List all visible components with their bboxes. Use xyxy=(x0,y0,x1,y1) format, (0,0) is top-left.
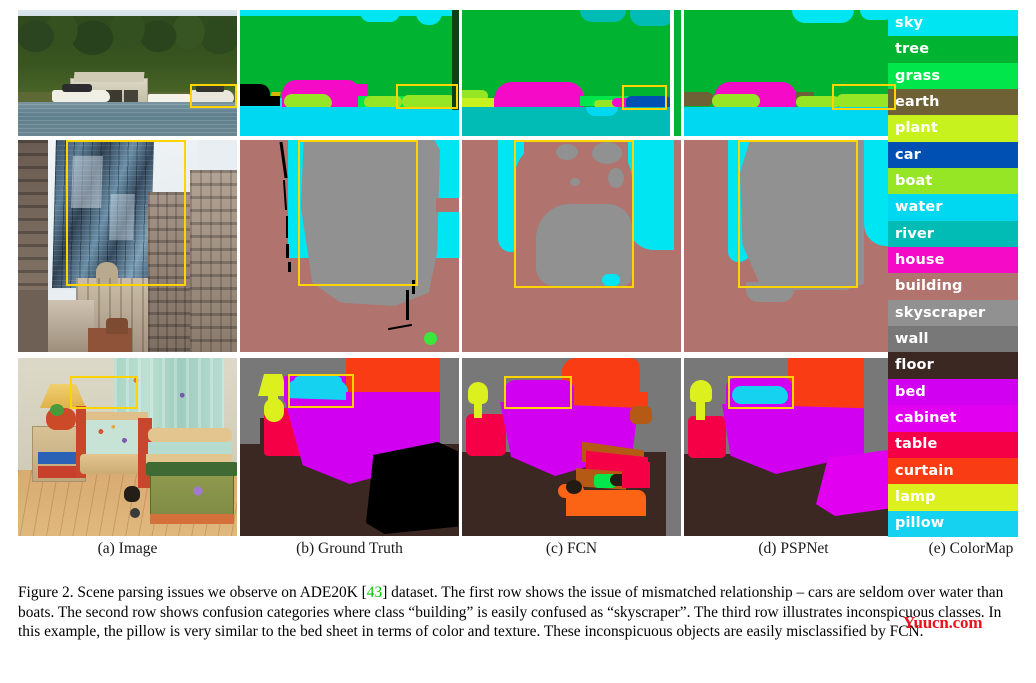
row1-pspnet xyxy=(684,10,903,136)
figure-grid xyxy=(18,10,1018,537)
row2-fcn xyxy=(462,140,681,352)
colormap-swatch-bed: bed xyxy=(888,378,1018,406)
colormap-swatch-building: building xyxy=(888,273,1018,300)
row1-ground-truth xyxy=(240,10,459,136)
segmap-row1-pspnet xyxy=(684,10,903,136)
colormap-label-curtain: curtain xyxy=(895,462,954,479)
row3-pspnet xyxy=(684,358,903,536)
colormap-swatch-tree: tree xyxy=(888,36,1018,63)
colormap-label-floor: floor xyxy=(895,357,934,374)
highlight-box-row2-gt xyxy=(298,140,418,286)
colormap-label-river: river xyxy=(895,225,935,242)
highlight-box-row2-pspnet xyxy=(738,140,858,288)
segmap-row1-gt xyxy=(240,10,459,136)
colormap-swatch-car: car xyxy=(888,141,1018,169)
colormap-label-earth: earth xyxy=(895,93,940,110)
column-caption-fcn: (c) FCN xyxy=(545,540,598,557)
colormap-label-cabinet: cabinet xyxy=(895,410,957,427)
colormap-label-car: car xyxy=(895,146,921,163)
figure-row-skyscraper xyxy=(18,140,903,352)
colormap-swatch-river: river xyxy=(888,220,1018,248)
colormap-swatch-boat: boat xyxy=(888,168,1018,195)
colormap-swatch-water: water xyxy=(888,194,1018,221)
colormap-swatch-earth: earth xyxy=(888,89,1018,116)
colormap-label-building: building xyxy=(895,278,963,295)
colormap-label-boat: boat xyxy=(895,172,933,189)
colormap-label-grass: grass xyxy=(895,67,941,84)
column-captions: (a) Image (b) Ground Truth (c) FCN (d) P… xyxy=(18,540,1018,564)
colormap-label-tree: tree xyxy=(895,41,930,58)
figure-row-boathouse xyxy=(18,10,903,136)
colormap-label-sky: sky xyxy=(895,14,924,31)
colormap-label-wall: wall xyxy=(895,331,929,348)
colormap-swatch-cabinet: cabinet xyxy=(888,405,1018,432)
colormap-label-pillow: pillow xyxy=(895,515,945,532)
column-caption-colormap: (e) ColorMap xyxy=(928,540,1014,557)
colormap-swatch-pillow: pillow xyxy=(888,510,1018,537)
colormap-swatch-lamp: lamp xyxy=(888,484,1018,511)
colormap-label-lamp: lamp xyxy=(895,489,936,506)
highlight-box-row3-pspnet xyxy=(728,376,794,409)
colormap-swatch-sky: sky xyxy=(888,10,1018,37)
colormap-swatch-table: table xyxy=(888,431,1018,458)
figure-caption-reference[interactable]: 43 xyxy=(367,584,382,601)
segmap-row1-fcn xyxy=(462,10,681,136)
highlight-box-row1-image xyxy=(190,84,237,108)
column-caption-image: (a) Image xyxy=(97,540,158,557)
colormap-label-bed: bed xyxy=(895,383,926,400)
row1-image-photo xyxy=(18,10,237,136)
colormap-legend: sky tree grass earth plant car boat wate… xyxy=(888,10,1018,537)
column-caption-ground-truth: (b) Ground Truth xyxy=(296,540,403,557)
row2-image-photo xyxy=(18,140,237,352)
colormap-label-plant: plant xyxy=(895,120,938,137)
highlight-box-row1-gt xyxy=(396,84,458,109)
highlight-box-row2-fcn xyxy=(514,140,634,288)
row2-ground-truth xyxy=(240,140,459,352)
column-caption-pspnet: (d) PSPNet xyxy=(758,540,829,557)
row3-ground-truth xyxy=(240,358,459,536)
figure-caption: Figure 2. Scene parsing issues we observ… xyxy=(18,583,1018,642)
photo-boathouse xyxy=(18,10,237,136)
highlight-box-row1-fcn xyxy=(622,85,667,110)
highlight-box-row1-pspnet xyxy=(832,84,896,110)
watermark: Yuucn.com xyxy=(903,613,983,632)
colormap-label-house: house xyxy=(895,252,945,269)
colormap-swatch-floor: floor xyxy=(888,352,1018,379)
colormap-label-skyscraper: skyscraper xyxy=(895,304,986,321)
colormap-swatch-skyscraper: skyscraper xyxy=(888,299,1018,327)
colormap-swatch-grass: grass xyxy=(888,62,1018,90)
colormap-swatch-house: house xyxy=(888,247,1018,274)
colormap-label-water: water xyxy=(895,199,943,216)
figure-page: sky tree grass earth plant car boat wate… xyxy=(0,0,1036,683)
row2-pspnet xyxy=(684,140,903,352)
row3-image-photo xyxy=(18,358,237,536)
figure-caption-label: Figure 2. xyxy=(18,584,74,601)
colormap-swatch-curtain: curtain xyxy=(888,457,1018,485)
figure-row-bedroom xyxy=(18,358,903,536)
row3-fcn xyxy=(462,358,681,536)
colormap-swatch-wall: wall xyxy=(888,326,1018,353)
colormap-label-table: table xyxy=(895,436,938,453)
highlight-box-row3-fcn xyxy=(504,376,572,409)
highlight-box-row2-image xyxy=(66,140,186,286)
highlight-box-row3-gt xyxy=(288,374,354,408)
colormap-swatch-plant: plant xyxy=(888,115,1018,142)
row1-fcn xyxy=(462,10,681,136)
highlight-box-row3-image xyxy=(70,376,138,409)
figure-caption-part1: Scene parsing issues we observe on ADE20… xyxy=(73,584,367,601)
